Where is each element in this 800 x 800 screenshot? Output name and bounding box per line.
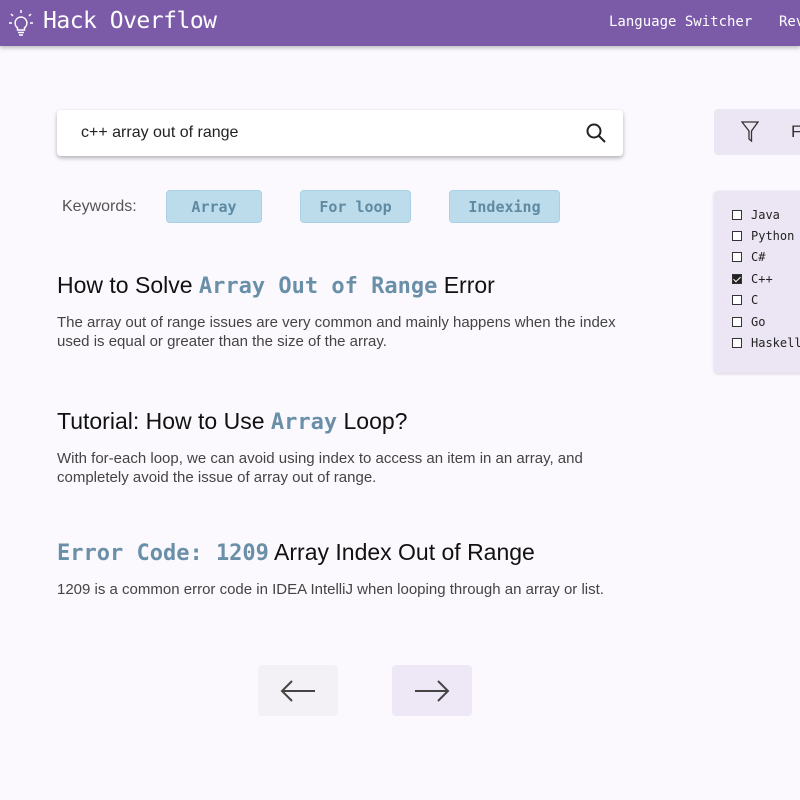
arrow-left-icon (280, 679, 315, 702)
keywords-label: Keywords: (62, 198, 137, 215)
search-result: Error Code: 1209 Array Index Out of Rang… (57, 539, 617, 599)
lightbulb-icon (9, 10, 33, 36)
filter-option-java[interactable]: Java (732, 208, 780, 222)
keyword-chip-indexing[interactable]: Indexing (449, 190, 560, 223)
option-label: Java (751, 208, 780, 222)
filter-button[interactable]: F (714, 109, 800, 155)
keyword-chip-for-loop[interactable]: For loop (300, 190, 411, 223)
result-title[interactable]: Tutorial: How to Use Array Loop? (57, 408, 617, 435)
nav-item-rev[interactable]: Rev (779, 14, 800, 30)
checkbox[interactable] (732, 338, 742, 348)
filter-option-csharp[interactable]: C# (732, 250, 765, 264)
next-page-button[interactable] (392, 665, 472, 716)
filter-icon (741, 121, 759, 143)
nav-language-switcher[interactable]: Language Switcher (609, 14, 752, 30)
option-label: Go (751, 315, 766, 329)
prev-page-button[interactable] (258, 665, 338, 716)
result-description: 1209 is a common error code in IDEA Inte… (57, 581, 604, 598)
app-title[interactable]: Hack Overflow (43, 8, 217, 34)
search-result: Tutorial: How to Use Array Loop? With fo… (57, 408, 617, 487)
filter-option-go[interactable]: Go (732, 315, 765, 329)
search-result: How to Solve Array Out of Range Error Th… (57, 272, 617, 351)
filter-label: F (791, 122, 800, 141)
option-label: Python (751, 229, 795, 243)
arrow-right-icon (415, 679, 450, 702)
result-description: The array out of range issues are very c… (57, 314, 616, 350)
checkbox[interactable] (732, 317, 742, 327)
checkbox-checked[interactable] (732, 274, 742, 284)
filter-option-python[interactable]: Python (732, 229, 794, 243)
language-filter-panel: Java Python C# C++ C Go Haskell (714, 191, 800, 373)
filter-option-cpp[interactable]: C++ (732, 272, 773, 286)
option-label: C++ (751, 272, 773, 286)
result-description: With for-each loop, we can avoid using i… (57, 450, 583, 486)
search-icon[interactable] (585, 122, 607, 144)
option-label: C (751, 293, 759, 307)
app-header: Hack Overflow Language Switcher Rev (0, 0, 800, 46)
checkbox[interactable] (732, 295, 742, 305)
option-label: Haskell (751, 336, 800, 350)
result-title[interactable]: Error Code: 1209 Array Index Out of Rang… (57, 539, 617, 566)
option-label: C# (751, 250, 766, 264)
checkbox[interactable] (732, 252, 742, 262)
search-input[interactable] (81, 110, 561, 156)
filter-option-haskell[interactable]: Haskell (732, 336, 800, 350)
result-title[interactable]: How to Solve Array Out of Range Error (57, 272, 617, 299)
checkbox[interactable] (732, 231, 742, 241)
search-bar (57, 110, 623, 156)
keyword-chip-array[interactable]: Array (166, 190, 262, 223)
filter-option-c[interactable]: C (732, 293, 758, 307)
checkbox[interactable] (732, 210, 742, 220)
